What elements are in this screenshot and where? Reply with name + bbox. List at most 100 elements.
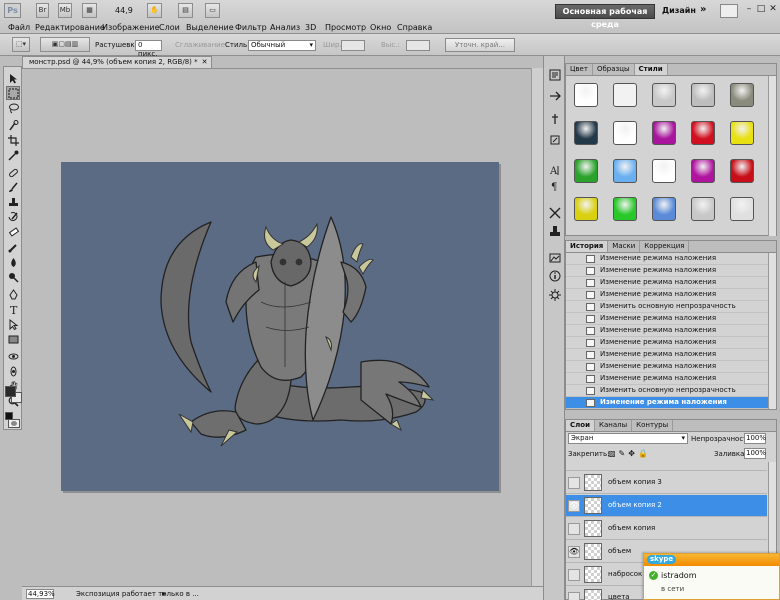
workspace-design[interactable]: Дизайн [662,6,696,15]
tab-color[interactable]: Цвет [566,64,593,75]
arrange-documents-icon[interactable]: ▤ [178,3,193,18]
healing-brush-icon[interactable] [6,165,20,179]
tool-presets-icon[interactable] [548,112,562,126]
3d-camera-icon[interactable] [6,364,20,378]
history-item[interactable]: Изменение режима наложения [566,265,768,277]
height-input[interactable] [406,40,430,51]
gradient-tool-icon[interactable] [6,240,20,254]
layer-row[interactable]: объем копия [566,518,767,540]
style-swatch[interactable] [730,159,754,183]
brush-tool-icon[interactable] [6,180,20,194]
history-item[interactable]: Изменить основную непрозрачность [566,301,768,313]
feather-input[interactable]: 0 пикс. [135,40,162,58]
brush-presets-icon[interactable] [548,133,562,147]
style-swatch[interactable] [652,121,676,145]
history-item[interactable]: Изменение режима наложения [566,373,768,385]
history-item[interactable]: Изменение режима наложения [566,397,768,409]
style-swatch[interactable] [730,121,754,145]
menu-image[interactable]: Изображение [102,23,160,32]
style-swatch[interactable] [652,197,676,221]
rect-marquee-tool-icon[interactable] [6,86,20,100]
menu-help[interactable]: Справка [397,23,432,32]
menu-filter[interactable]: Фильтр [235,23,267,32]
style-swatch[interactable] [652,159,676,183]
history-brush-icon[interactable] [6,210,20,224]
quick-mask-icon[interactable] [8,419,20,428]
opacity-input[interactable]: 100% [744,433,766,444]
width-input[interactable] [341,40,365,51]
view-extras-icon[interactable]: ▦ [82,3,97,18]
menu-select[interactable]: Выделение [186,23,234,32]
selection-mode-icons[interactable]: ▣▢▤▥ [40,37,90,52]
layer-row[interactable] [566,462,767,471]
character-panel-icon[interactable]: A [548,163,562,177]
quick-select-tool-icon[interactable] [6,118,20,132]
document-tab[interactable]: монстр.psd @ 44,9% (объем копия 2, RGB/8… [22,56,212,68]
style-swatch[interactable] [574,83,598,107]
tab-swatches[interactable]: Образцы [593,64,635,75]
close-tab-icon[interactable]: ✕ [202,58,208,66]
foreground-color-swatch[interactable] [5,386,16,397]
minibridge-icon[interactable]: Mb [58,3,72,18]
status-menu-arrow-icon[interactable]: ▸ [162,589,166,598]
fill-input[interactable]: 100% [744,448,766,459]
style-swatch[interactable] [613,83,637,107]
layer-row[interactable]: объем копия 3 [566,472,767,494]
style-swatch[interactable] [730,197,754,221]
tab-adjustments[interactable]: Коррекция [640,241,690,252]
tab-styles[interactable]: Стили [634,64,668,75]
menu-layers[interactable]: Слои [159,23,180,32]
workspace-button[interactable]: Основная рабочая среда [555,4,655,29]
style-swatch[interactable] [613,197,637,221]
move-tool-icon[interactable] [6,71,20,85]
menu-edit[interactable]: Редактирование [35,23,105,32]
marquee-preset-icon[interactable]: ⬚▾ [12,37,30,52]
menu-file[interactable]: Файл [8,23,30,32]
blend-mode-select[interactable]: Экран ▾ [568,433,688,444]
3d-rotate-icon[interactable] [6,349,20,363]
visibility-eye-icon[interactable]: 👁 [568,546,580,558]
document-canvas[interactable] [61,162,499,491]
maximize-icon[interactable]: □ [756,4,766,16]
history-item[interactable]: Изменение режима наложения [566,337,768,349]
style-swatch[interactable] [691,197,715,221]
skype-notification[interactable]: skype ✓ istradom в сети [643,553,780,600]
style-swatch[interactable] [574,121,598,145]
history-item[interactable]: Изменение режима наложения [566,289,768,301]
style-swatch[interactable] [691,159,715,183]
layer-row[interactable]: 👁 объем копия 2 [566,495,767,517]
history-item[interactable]: Изменение режима наложения [566,277,768,289]
type-tool-icon[interactable]: T [6,302,20,316]
history-item[interactable]: Изменение режима наложения [566,313,768,325]
info-panel-icon[interactable] [548,269,562,283]
dodge-tool-icon[interactable] [6,270,20,284]
adjustments-panel-icon[interactable] [548,288,562,302]
clone-stamp-icon[interactable] [6,195,20,209]
close-icon[interactable]: ✕ [768,4,778,16]
refine-edge-button[interactable]: Уточн. край... [445,38,515,52]
history-item[interactable]: Изменение режима наложения [566,361,768,373]
menu-window[interactable]: Окно [370,23,391,32]
tab-layers[interactable]: Слои [566,420,595,431]
blur-tool-icon[interactable] [6,255,20,269]
menu-view[interactable]: Просмотр [325,23,366,32]
lasso-tool-icon[interactable] [6,101,20,115]
document-vertical-scrollbar[interactable] [531,68,543,586]
style-swatch[interactable] [613,121,637,145]
style-swatch[interactable] [613,159,637,183]
lock-icons[interactable]: ▨✎✥🔒 [608,449,651,458]
history-item[interactable]: Изменение режима наложения [566,349,768,361]
actions-panel-icon[interactable] [548,89,562,103]
eraser-tool-icon[interactable] [6,225,20,239]
clone-source-icon[interactable] [548,224,562,238]
history-scrollbar[interactable] [768,253,776,409]
style-swatch[interactable] [574,197,598,221]
bridge-icon[interactable]: Br [36,3,49,18]
rectangle-shape-icon[interactable] [6,332,20,346]
visibility-eye-icon[interactable] [568,477,580,489]
visibility-eye-icon[interactable] [568,592,580,600]
more-workspaces-icon[interactable]: » [700,4,706,15]
history-item[interactable]: Изменение режима наложения [566,253,768,265]
style-select[interactable]: Обычный ▾ [248,40,316,51]
tools-3d-icon[interactable] [548,206,562,220]
